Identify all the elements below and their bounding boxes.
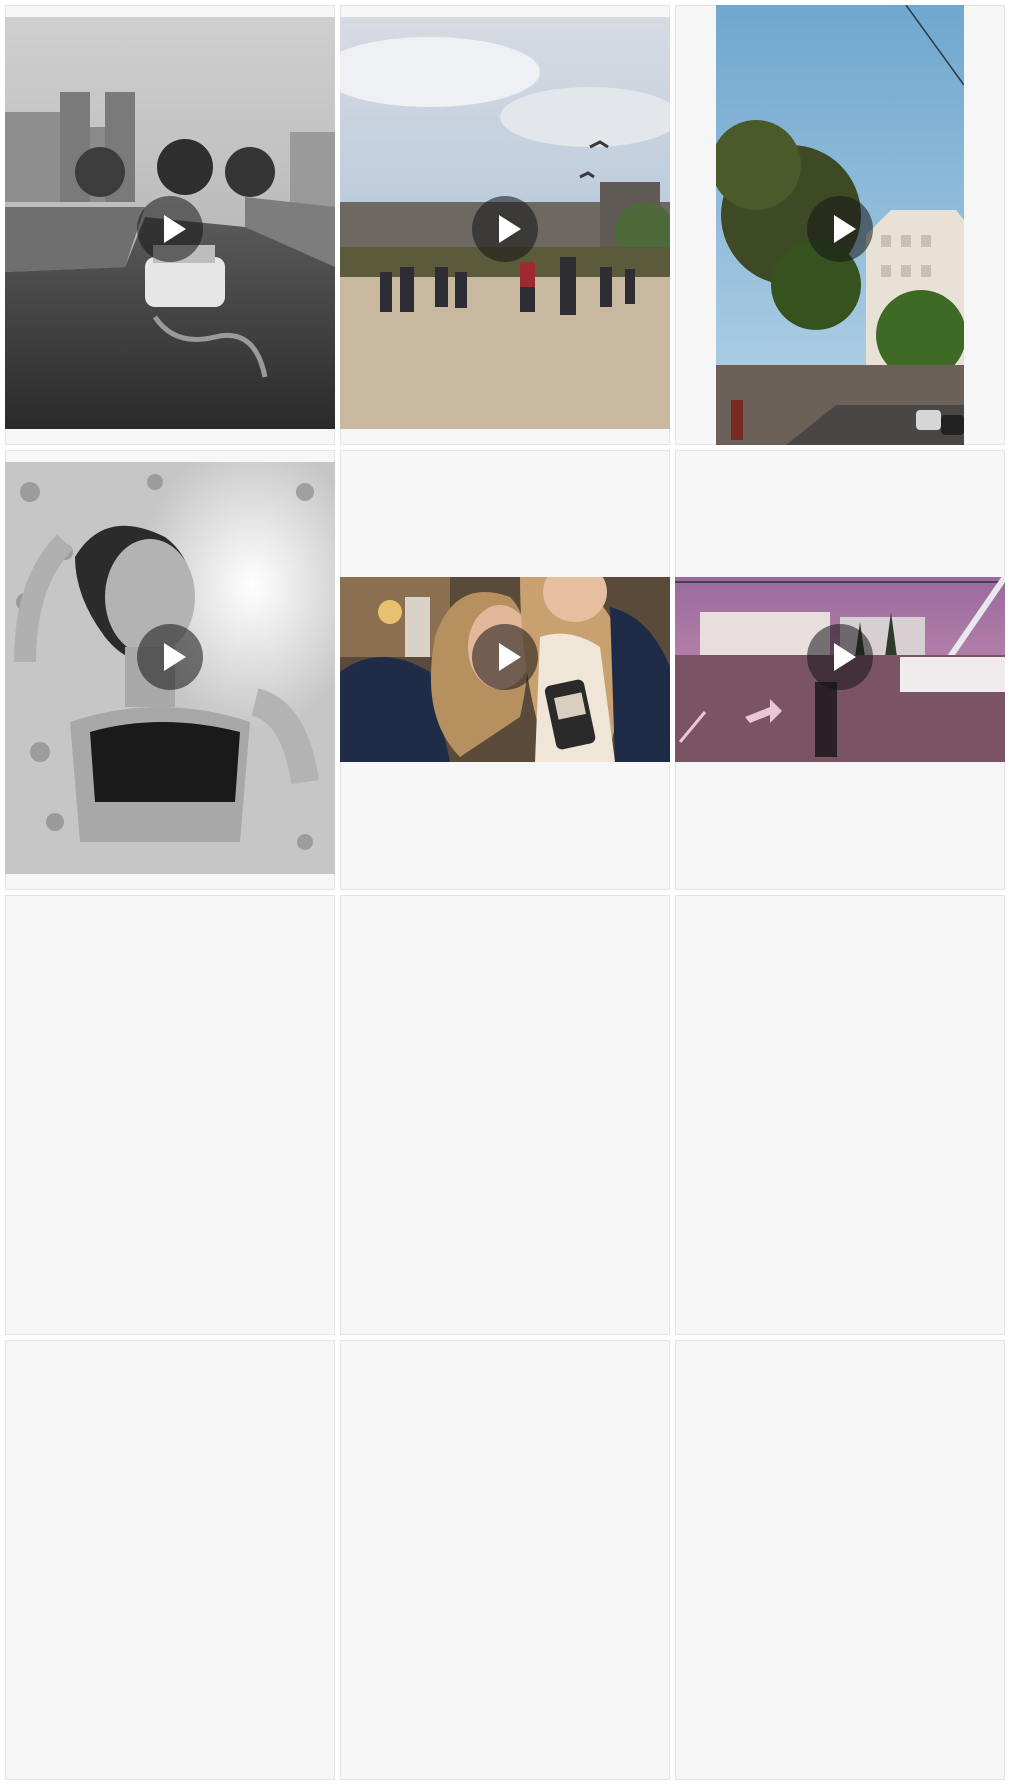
video-tile-river-boat[interactable]	[5, 5, 335, 445]
video-tile-city-street[interactable]	[675, 5, 1005, 445]
empty-tile	[675, 895, 1005, 1335]
video-tile-portrait-bw[interactable]	[5, 450, 335, 890]
empty-tile	[5, 895, 335, 1335]
video-tile-pink-square[interactable]	[675, 450, 1005, 890]
play-icon[interactable]	[137, 624, 203, 690]
play-icon[interactable]	[137, 196, 203, 262]
empty-tile	[340, 895, 670, 1335]
play-icon[interactable]	[807, 624, 873, 690]
empty-tile	[340, 1340, 670, 1780]
play-icon[interactable]	[807, 196, 873, 262]
media-grid	[5, 5, 1005, 1780]
empty-tile	[5, 1340, 335, 1780]
video-tile-friends-selfie[interactable]	[340, 450, 670, 890]
play-icon[interactable]	[472, 624, 538, 690]
video-tile-garden-gulls[interactable]	[340, 5, 670, 445]
play-icon[interactable]	[472, 196, 538, 262]
empty-tile	[675, 1340, 1005, 1780]
